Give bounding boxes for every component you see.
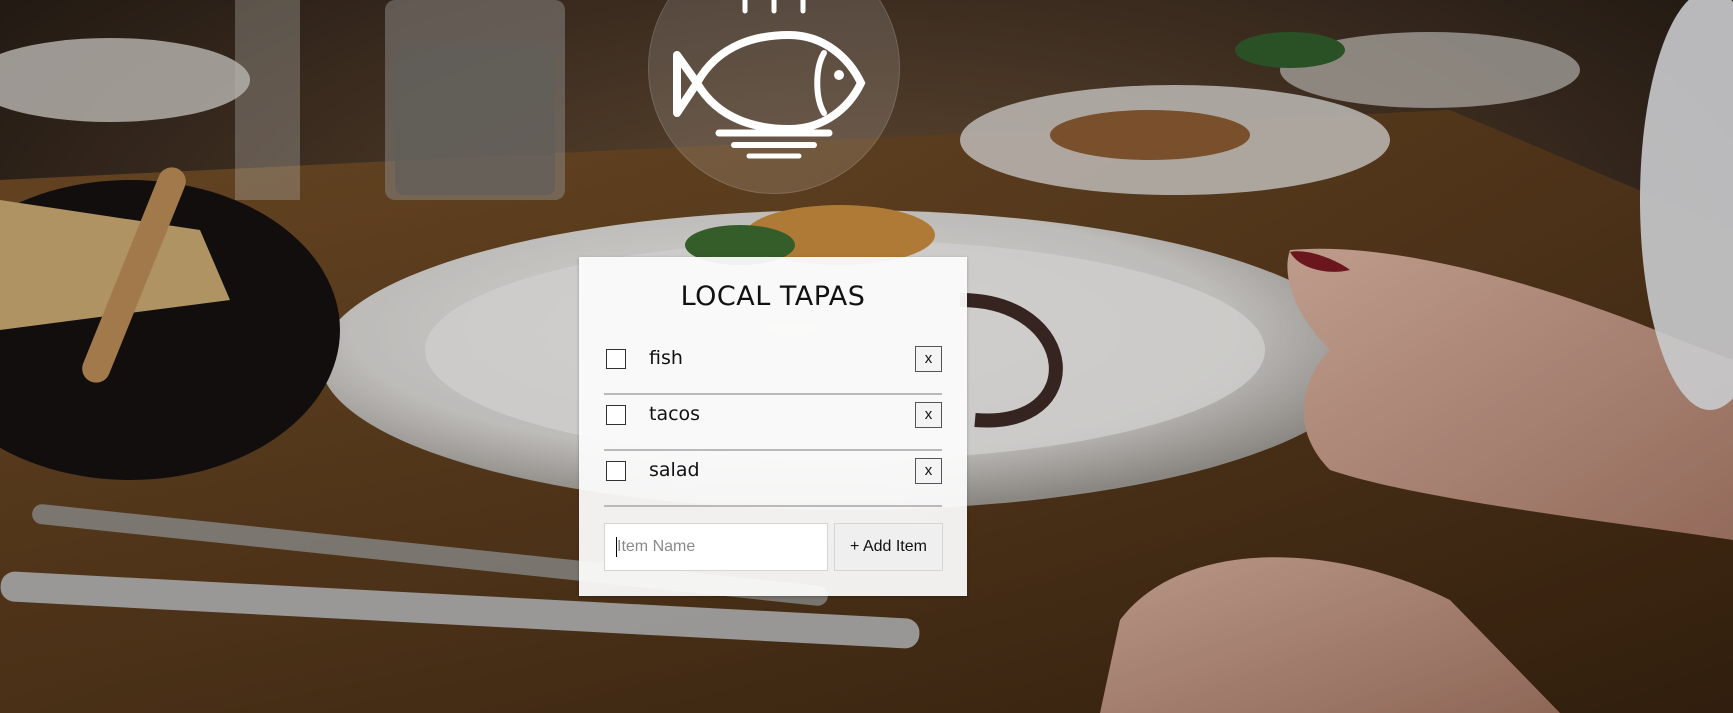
item-checkbox[interactable] <box>606 405 626 425</box>
item-label: salad <box>649 459 700 481</box>
list-item: tacos x <box>604 397 942 451</box>
delete-item-button[interactable]: x <box>915 458 942 484</box>
text-caret <box>616 537 617 557</box>
card-title: LOCAL TAPAS <box>680 281 866 312</box>
logo-badge <box>648 0 900 194</box>
item-checkbox[interactable] <box>606 349 626 369</box>
todo-card: LOCAL TAPAS fish x tacos x salad x + Add… <box>579 257 967 596</box>
delete-item-button[interactable]: x <box>915 346 942 372</box>
item-name-input[interactable] <box>604 523 828 571</box>
fish-on-plate-icon <box>673 0 866 159</box>
app-page: LOCAL TAPAS fish x tacos x salad x + Add… <box>0 0 1733 713</box>
list-item: salad x <box>604 453 942 507</box>
delete-item-button[interactable]: x <box>915 402 942 428</box>
add-item-button[interactable]: + Add Item <box>834 523 943 571</box>
item-checkbox[interactable] <box>606 461 626 481</box>
item-label: tacos <box>649 403 701 425</box>
list-item: fish x <box>604 341 942 395</box>
item-list: fish x tacos x salad x <box>604 341 942 509</box>
item-label: fish <box>649 347 683 369</box>
add-item-form: + Add Item <box>604 523 943 571</box>
